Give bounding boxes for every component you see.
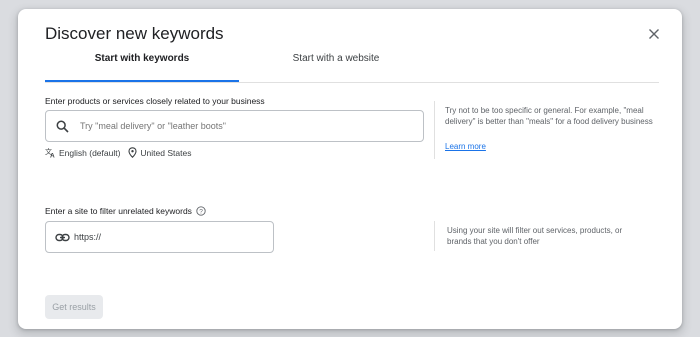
- site-input-box[interactable]: [45, 221, 274, 253]
- location-selector[interactable]: United States: [128, 147, 191, 158]
- link-icon: [55, 233, 70, 242]
- active-tab-indicator: [45, 80, 239, 82]
- language-selector[interactable]: 文 A English (default): [45, 147, 120, 158]
- tab-bar: Start with keywords Start with a website: [45, 51, 659, 83]
- site-tip: Using your site will filter out services…: [447, 226, 623, 246]
- learn-more-link[interactable]: Learn more: [445, 142, 486, 151]
- dialog-title: Discover new keywords: [45, 24, 224, 43]
- site-filter-label-row: Enter a site to filter unrelated keyword…: [45, 206, 206, 216]
- keywords-search-input[interactable]: [80, 119, 410, 133]
- svg-text:?: ?: [199, 208, 203, 215]
- tab-label: Start with a website: [292, 53, 380, 64]
- keywords-input-box[interactable]: [45, 110, 424, 142]
- translate-icon: 文 A: [45, 147, 55, 159]
- discover-keywords-dialog: Discover new keywords Start with keyword…: [18, 9, 682, 329]
- site-url-input[interactable]: [74, 230, 264, 244]
- location-pin-icon: [128, 147, 137, 158]
- help-icon[interactable]: ?: [196, 206, 206, 216]
- site-filter-label: Enter a site to filter unrelated keyword…: [45, 206, 192, 216]
- section-divider: [434, 221, 435, 251]
- keywords-tip: Try not to be too specific or general. F…: [445, 106, 653, 126]
- tab-start-with-keywords[interactable]: Start with keywords: [45, 51, 239, 82]
- location-label: United States: [140, 147, 192, 158]
- tab-label: Start with keywords: [94, 53, 190, 64]
- targeting-info: 文 A English (default) United States: [45, 147, 199, 158]
- search-icon: [56, 120, 69, 133]
- close-icon: [649, 29, 659, 39]
- keywords-input-label: Enter products or services closely relat…: [45, 96, 265, 106]
- svg-text:A: A: [50, 153, 55, 159]
- tab-start-with-website[interactable]: Start with a website: [239, 51, 433, 82]
- get-results-button[interactable]: Get results: [45, 295, 103, 319]
- language-label: English (default): [59, 147, 121, 158]
- close-button[interactable]: [646, 26, 662, 42]
- section-divider: [434, 101, 435, 159]
